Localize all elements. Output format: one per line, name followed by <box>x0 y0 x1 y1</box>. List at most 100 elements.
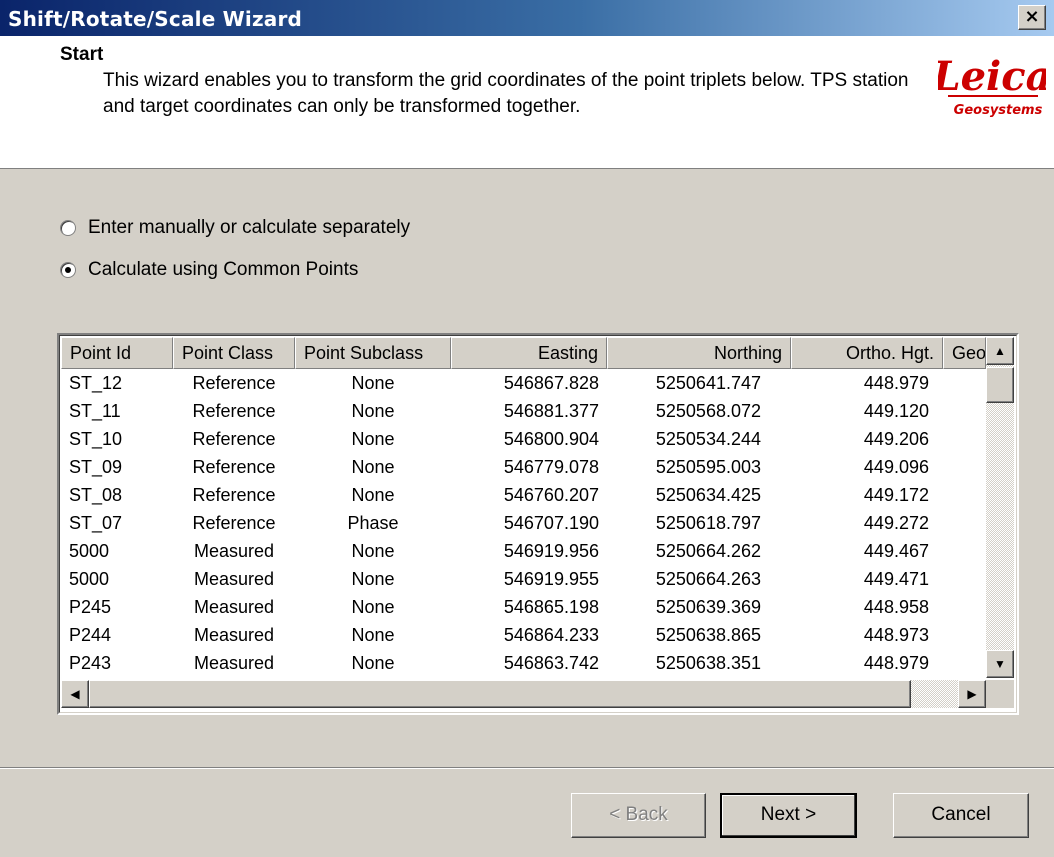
cell-geo <box>943 397 987 425</box>
cell-ortho-hgt: 448.958 <box>863 597 929 617</box>
cell-northing: 5250638.865 <box>655 625 761 645</box>
cell-point-id: 5000 <box>69 541 110 561</box>
cell-point-subclass: None <box>351 485 395 505</box>
column-header-point-subclass[interactable]: Point Subclass <box>295 337 451 369</box>
table-row[interactable]: ST_09 Reference None 546779.078 5250595.003 4… <box>61 453 987 481</box>
cell-point-class: Measured <box>193 569 275 589</box>
radio-button-checked[interactable] <box>60 262 76 278</box>
column-header-point-id[interactable]: Point Id <box>61 337 173 369</box>
logo-text: Leica <box>938 53 1046 100</box>
column-header-northing[interactable]: Northing <box>607 337 791 369</box>
cell-point-class: Measured <box>193 625 275 645</box>
cell-point-id: ST_11 <box>69 401 121 421</box>
cell-easting: 546707.190 <box>503 513 599 533</box>
cell-point-class: Measured <box>193 597 275 617</box>
column-header-ortho-hgt[interactable]: Ortho. Hgt. <box>791 337 943 369</box>
table-row[interactable]: ST_07 Reference Phase 546707.190 5250618.797… <box>61 509 987 537</box>
cell-point-class: Reference <box>192 429 276 449</box>
cell-point-id: ST_12 <box>69 373 123 393</box>
table-row[interactable]: P245 Measured None 546865.198 5250639.369 448… <box>61 593 987 621</box>
table-row[interactable]: P243 Measured None 546863.742 5250638.351 448… <box>61 649 987 677</box>
cell-point-subclass: None <box>351 569 395 589</box>
table-header: Point Id Point Class Point Subclass East… <box>61 337 986 369</box>
cell-northing: 5250568.072 <box>655 401 761 421</box>
cell-easting: 546919.955 <box>503 569 599 589</box>
cell-point-id: ST_09 <box>69 457 123 477</box>
cell-point-subclass: None <box>351 653 395 673</box>
cell-easting: 546863.742 <box>503 653 599 673</box>
logo-subtext: Geosystems <box>954 103 1043 118</box>
back-button[interactable]: < Back <box>571 793 706 838</box>
cell-geo <box>943 509 987 537</box>
close-icon: × <box>1024 6 1040 27</box>
scroll-left-button[interactable]: ◀ <box>61 680 89 708</box>
table-body: ST_12 Reference None 546867.828 5250641.747 4… <box>61 369 987 677</box>
cell-easting: 546864.233 <box>503 625 599 645</box>
arrow-right-icon: ▶ <box>967 687 977 701</box>
radio-label: Enter manually or calculate separately <box>88 217 411 238</box>
table-row[interactable]: ST_10 Reference None 546800.904 5250534.244 4… <box>61 425 987 453</box>
window-title: Shift/Rotate/Scale Wizard <box>8 7 303 31</box>
radio-button-unchecked[interactable] <box>60 220 76 236</box>
radio-enter-manually[interactable]: Enter manually or calculate separately <box>60 217 410 239</box>
cell-geo <box>943 621 987 649</box>
scrollbar-corner <box>986 680 1014 708</box>
bottom-separator <box>0 767 1054 769</box>
radio-common-points[interactable]: Calculate using Common Points <box>60 259 358 281</box>
cell-point-subclass: None <box>351 373 395 393</box>
table-row[interactable]: P244 Measured None 546864.233 5250638.865 448… <box>61 621 987 649</box>
cell-point-id: 5000 <box>69 569 110 589</box>
cell-point-class: Reference <box>192 485 276 505</box>
cell-ortho-hgt: 449.120 <box>863 401 929 421</box>
column-header-point-class[interactable]: Point Class <box>173 337 295 369</box>
radio-label: Calculate using Common Points <box>88 259 359 280</box>
cell-ortho-hgt: 449.272 <box>863 513 929 533</box>
cell-point-class: Reference <box>192 513 276 533</box>
table-row[interactable]: 5000 Measured None 546919.955 5250664.263 449… <box>61 565 987 593</box>
cancel-button[interactable]: Cancel <box>893 793 1029 838</box>
cell-ortho-hgt: 449.471 <box>863 569 929 589</box>
cell-point-subclass: Phase <box>347 513 399 533</box>
next-button[interactable]: Next > <box>720 793 857 838</box>
cell-ortho-hgt: 449.172 <box>863 485 929 505</box>
vertical-scroll-thumb[interactable] <box>986 367 1014 403</box>
cell-geo <box>943 593 987 621</box>
cell-point-subclass: None <box>351 457 395 477</box>
wizard-header: Start This wizard enables you to transfo… <box>0 36 1054 169</box>
cell-point-class: Reference <box>192 457 276 477</box>
scroll-up-button[interactable]: ▲ <box>986 337 1014 365</box>
cell-northing: 5250641.747 <box>655 373 761 393</box>
table-row[interactable]: 5000 Measured None 546919.956 5250664.262 449… <box>61 537 987 565</box>
table-row[interactable]: ST_08 Reference None 546760.207 5250634.425 4… <box>61 481 987 509</box>
table-row[interactable]: ST_11 Reference None 546881.377 5250568.072 4… <box>61 397 987 425</box>
points-table[interactable]: Point Id Point Class Point Subclass East… <box>57 333 1019 715</box>
cell-point-subclass: None <box>351 429 395 449</box>
cell-point-class: Measured <box>193 653 275 673</box>
cell-point-subclass: None <box>351 625 395 645</box>
cell-ortho-hgt: 448.979 <box>863 373 929 393</box>
cell-geo <box>943 425 987 453</box>
arrow-down-icon: ▼ <box>994 657 1006 671</box>
vertical-scrollbar[interactable]: ▲ ▼ <box>986 337 1014 678</box>
page-title: Start <box>60 44 104 65</box>
cell-northing: 5250664.262 <box>655 541 761 561</box>
close-button[interactable]: × <box>1018 5 1046 30</box>
column-header-easting[interactable]: Easting <box>451 337 607 369</box>
cell-point-id: ST_10 <box>69 429 123 449</box>
cell-point-subclass: None <box>351 597 395 617</box>
horizontal-scrollbar[interactable]: ◀ ▶ <box>61 680 986 708</box>
cell-ortho-hgt: 449.096 <box>863 457 929 477</box>
cell-easting: 546865.198 <box>503 597 599 617</box>
scroll-right-button[interactable]: ▶ <box>958 680 986 708</box>
cell-northing: 5250638.351 <box>655 653 761 673</box>
cell-ortho-hgt: 448.973 <box>863 625 929 645</box>
table-row[interactable]: ST_12 Reference None 546867.828 5250641.747 4… <box>61 369 987 397</box>
column-header-geo[interactable]: Geo <box>943 337 986 369</box>
cell-point-id: P244 <box>69 625 112 645</box>
cell-point-class: Reference <box>192 401 276 421</box>
arrow-left-icon: ◀ <box>70 687 80 701</box>
cell-northing: 5250639.369 <box>655 597 761 617</box>
page-description: This wizard enables you to transform the… <box>103 70 909 117</box>
horizontal-scroll-thumb[interactable] <box>89 680 911 708</box>
scroll-down-button[interactable]: ▼ <box>986 650 1014 678</box>
